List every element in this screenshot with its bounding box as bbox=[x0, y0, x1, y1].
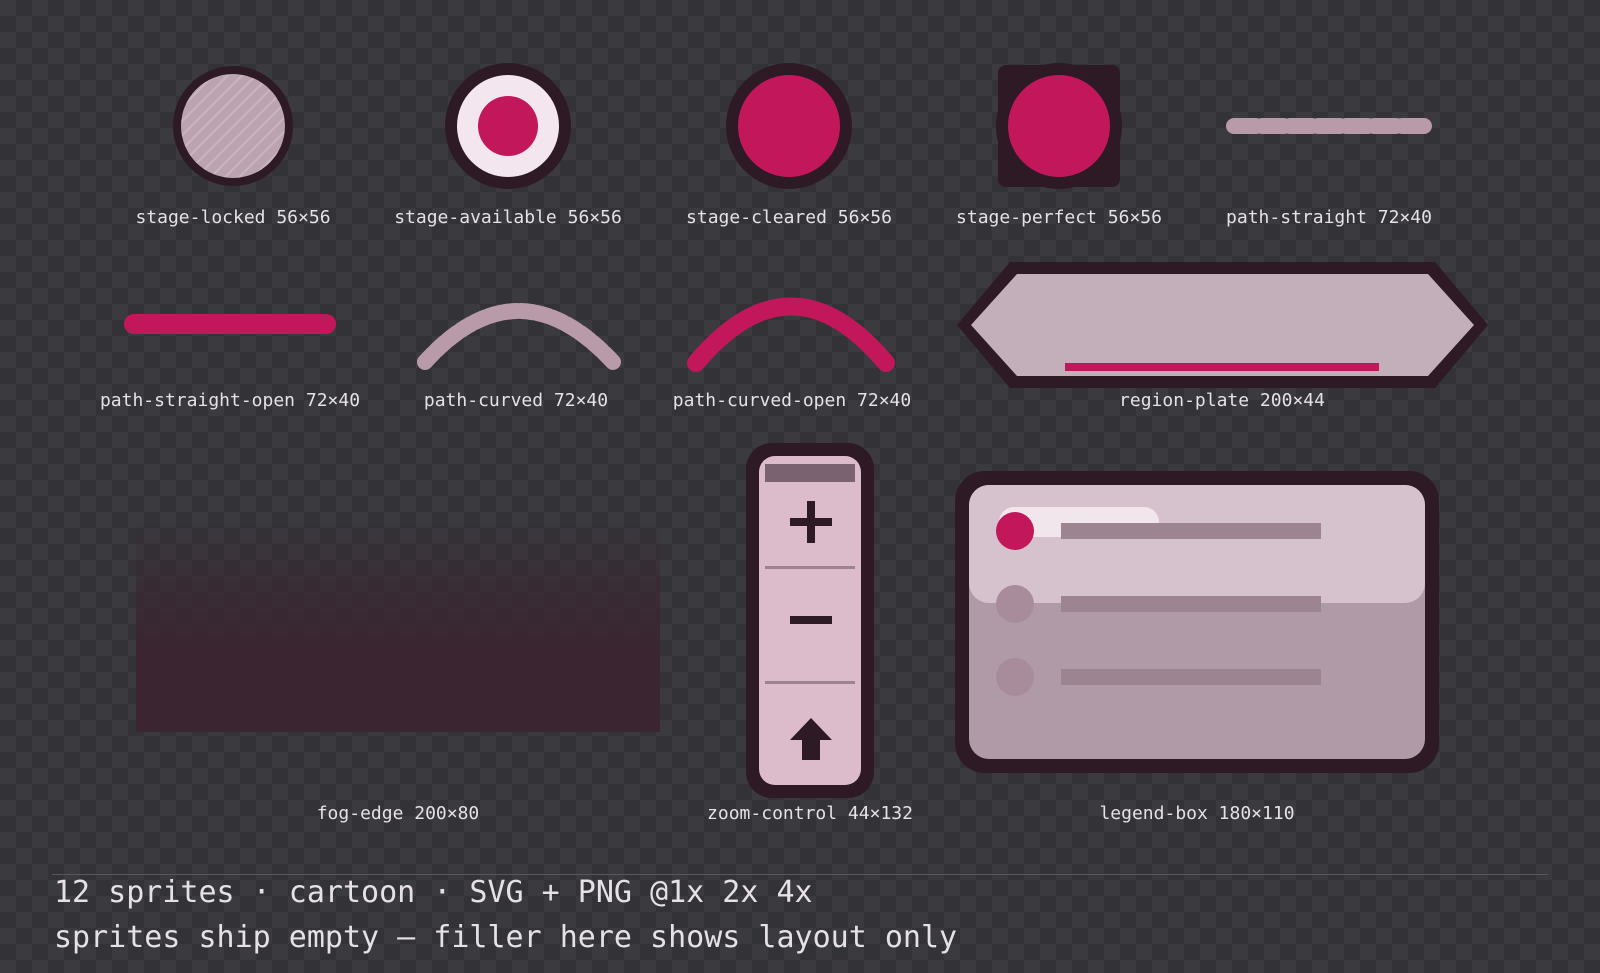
fog-edge-caption: fog-edge 200×80 bbox=[316, 803, 480, 824]
stage-cleared-caption: stage-cleared 56×56 bbox=[686, 207, 892, 228]
path-straight-open-caption: path-straight-open 72×40 bbox=[99, 390, 361, 411]
legend-swatch bbox=[996, 585, 1034, 623]
path-straight-open-sprite bbox=[124, 314, 336, 334]
zoom-control bbox=[746, 443, 874, 798]
stage-cleared-sprite bbox=[726, 63, 852, 189]
plus-icon bbox=[790, 501, 832, 543]
legend-row bbox=[969, 657, 1425, 697]
stage-available-caption: stage-available 56×56 bbox=[394, 207, 622, 228]
path-curved-caption: path-curved 72×40 bbox=[423, 390, 609, 411]
stage-perfect-caption: stage-perfect 56×56 bbox=[956, 207, 1162, 228]
footer-summary: 12 sprites · cartoon · SVG + PNG @1x 2x … bbox=[54, 875, 813, 910]
stage-locked-sprite bbox=[173, 66, 293, 186]
footer-note: sprites ship empty — filler here shows l… bbox=[54, 920, 958, 955]
path-curved-open-caption: path-curved-open 72×40 bbox=[672, 390, 912, 411]
stage-available-sprite bbox=[445, 63, 571, 189]
legend-row bbox=[969, 511, 1425, 551]
legend-box-caption: legend-box 180×110 bbox=[1099, 803, 1295, 824]
stage-perfect-sprite bbox=[996, 63, 1122, 189]
path-straight-sprite bbox=[1226, 118, 1434, 134]
legend-row bbox=[969, 584, 1425, 624]
zoom-in-button[interactable] bbox=[759, 482, 861, 566]
zoom-control-caption: zoom-control 44×132 bbox=[707, 803, 913, 824]
arrow-up-icon bbox=[790, 718, 832, 760]
fog-edge-sprite bbox=[136, 520, 660, 732]
zoom-out-button[interactable] bbox=[759, 569, 861, 681]
path-curved-sprite bbox=[417, 303, 621, 370]
legend-label-bar bbox=[1061, 669, 1321, 685]
region-plate-sprite bbox=[957, 262, 1488, 388]
path-curved-open-sprite bbox=[687, 297, 895, 372]
stage-locked-caption: stage-locked 56×56 bbox=[135, 207, 331, 228]
region-plate-caption: region-plate 200×44 bbox=[1119, 390, 1325, 411]
minus-icon bbox=[790, 616, 832, 624]
legend-box bbox=[955, 471, 1439, 773]
legend-swatch bbox=[996, 512, 1034, 550]
legend-label-bar bbox=[1061, 596, 1321, 612]
path-straight-caption: path-straight 72×40 bbox=[1226, 207, 1432, 228]
recenter-button[interactable] bbox=[759, 684, 861, 785]
legend-swatch bbox=[996, 658, 1034, 696]
legend-label-bar bbox=[1061, 523, 1321, 539]
